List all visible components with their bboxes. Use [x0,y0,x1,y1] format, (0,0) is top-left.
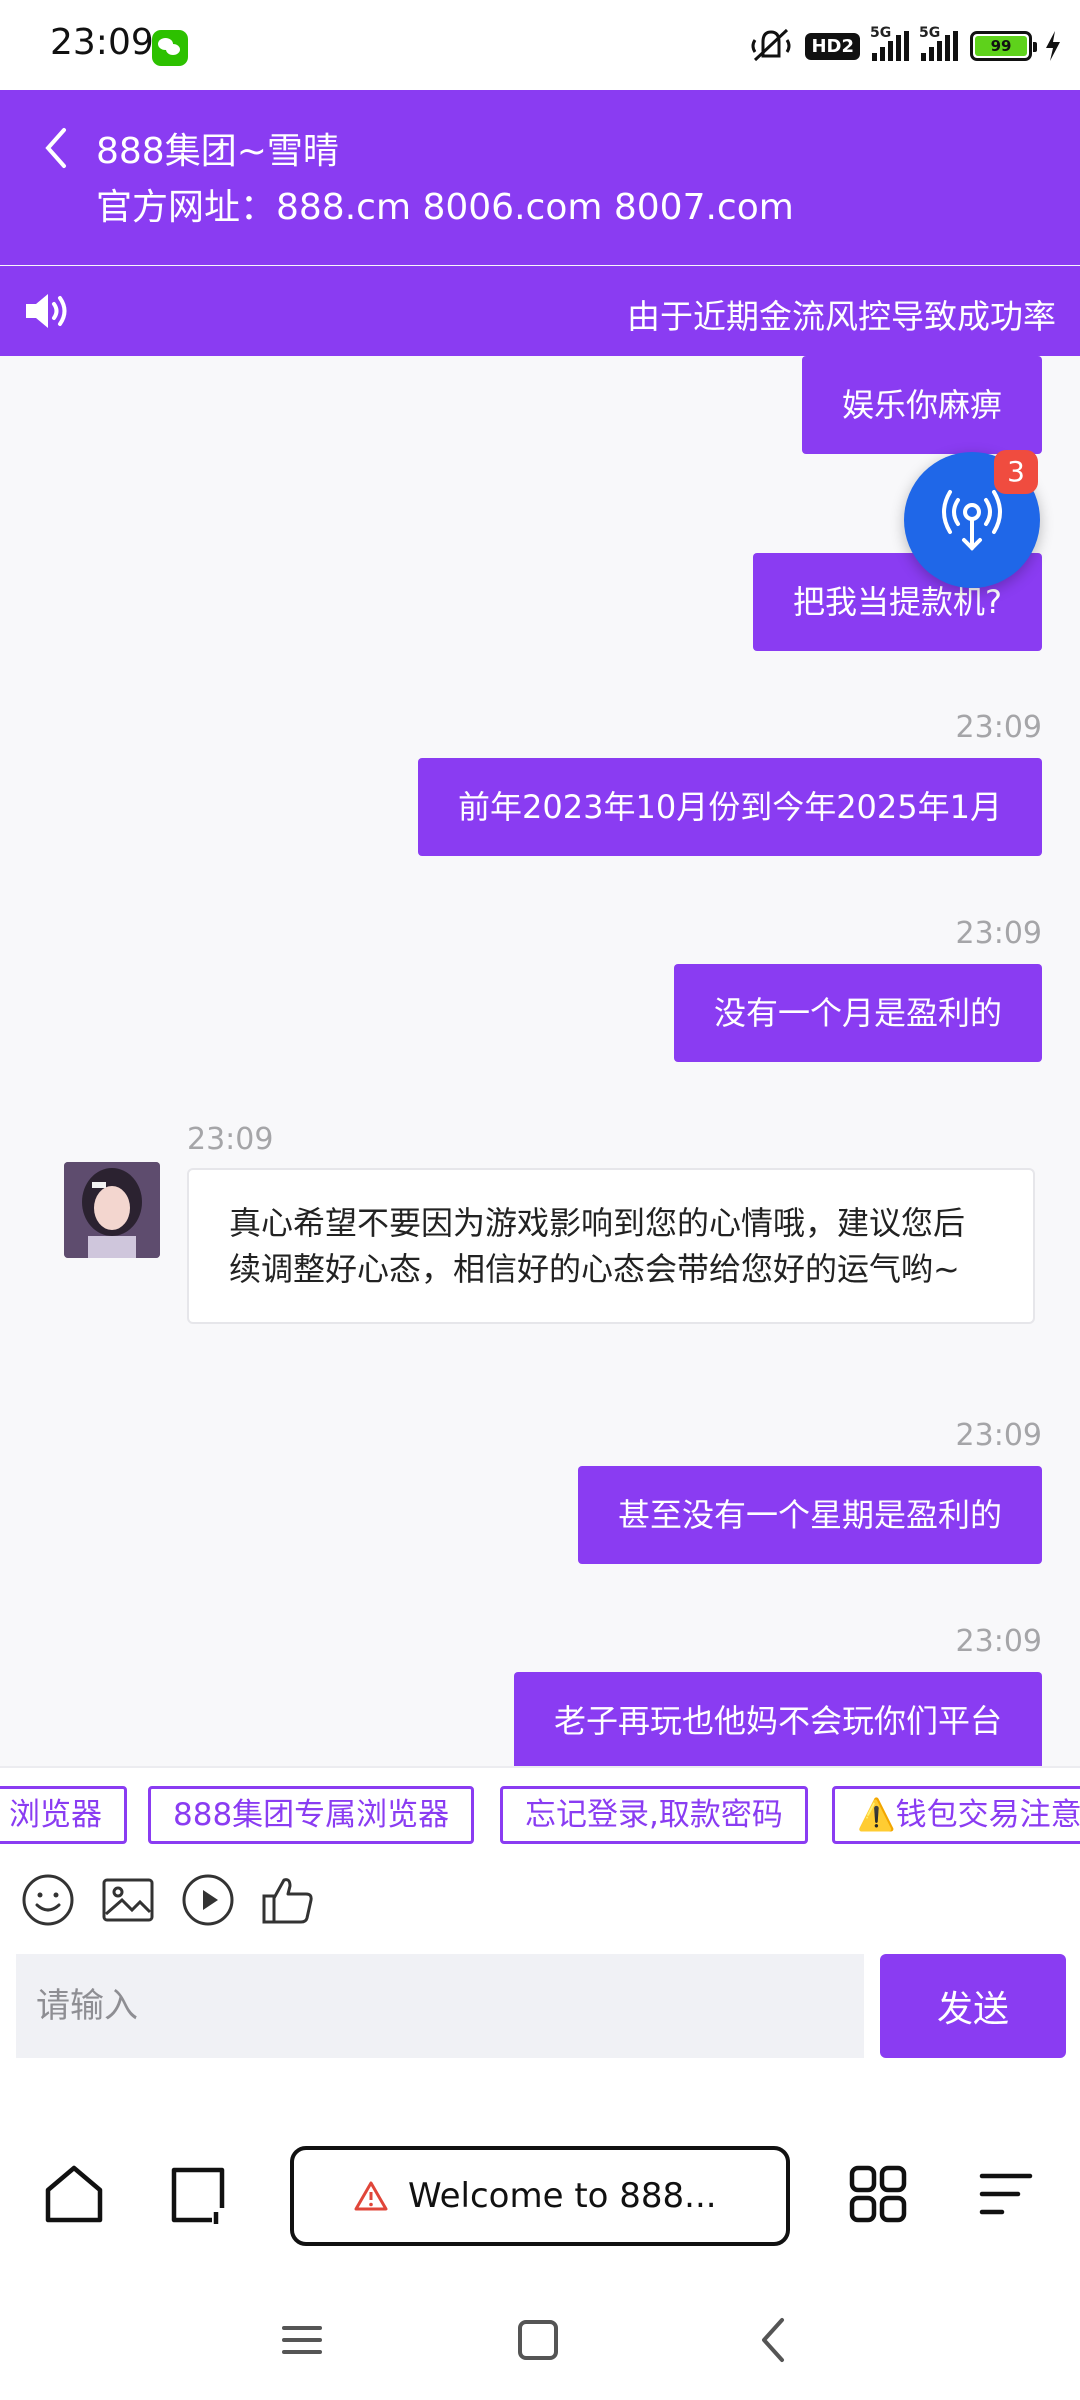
quick-reply-chip[interactable]: ⚠️钱包交易注意 [832,1786,1080,1844]
message-timestamp: 23:09 [187,1122,274,1157]
page-url-title: Welcome to 888... [408,2176,717,2216]
quick-reply-chip[interactable]: 忘记登录,取款密码 [500,1786,808,1844]
speaker-icon [26,294,67,328]
system-navigation-bar [0,2280,1080,2400]
battery-icon: 99 [970,31,1037,61]
image-icon[interactable] [98,1870,158,1930]
divider [0,2068,1080,2110]
message-input[interactable] [16,1954,864,2058]
quick-reply-chip[interactable]: 浏览器 [0,1786,127,1844]
notification-count-badge: 3 [994,450,1038,494]
warning-icon [354,2181,388,2211]
message-incoming: 真心希望不要因为游戏影响到您的心情哦，建议您后续调整好心态，相信好的心态会带给您… [187,1168,1035,1324]
address-bar[interactable]: Welcome to 888... [290,2146,790,2246]
recents-icon[interactable] [272,2310,332,2370]
agent-avatar[interactable] [64,1162,160,1258]
page-title: 888集团~雪晴 [96,131,339,172]
status-icons: HD2 5G 5G 99 [749,25,1062,66]
status-time: 23:09 [50,22,154,63]
notice-text: 由于近期金流风控导致成功率 [627,297,1056,336]
hd-voice-badge: HD2 [805,32,860,60]
apps-grid-icon[interactable] [846,2162,910,2226]
notice-marquee: 由于近期金流风控导致成功率 [0,266,1080,356]
signal-5g-2-icon: 5G [919,25,958,61]
composer-tools [0,1856,1080,1948]
broadcast-icon [942,490,1002,551]
message-outgoing: 没有一个月是盈利的 [673,964,1042,1062]
mute-icon [751,28,791,62]
battery-level: 99 [975,36,1027,56]
home-icon[interactable] [42,2162,106,2226]
message-outgoing: 娱乐你麻痹 [801,356,1042,454]
message-composer: 发送 [0,1948,1080,2068]
wechat-notification-icon [152,30,188,66]
quick-reply-bar[interactable]: 浏览器 888集团专属浏览器 忘记登录,取款密码 ⚠️钱包交易注意 [0,1766,1080,1856]
signal-5g-1-icon: 5G [870,25,909,61]
send-button[interactable]: 发送 [880,1954,1066,2058]
menu-icon[interactable] [974,2162,1038,2226]
browser-toolbar: Welcome to 888... [0,2110,1080,2280]
message-timestamp: 23:09 [955,1418,1042,1453]
video-play-icon[interactable] [178,1870,238,1930]
charging-icon [1046,31,1060,61]
message-outgoing: 甚至没有一个星期是盈利的 [577,1466,1042,1564]
chat-header: 888集团~雪晴 官方网址：888.cm 8006.com 8007.com [0,90,1080,265]
back-arrow-icon[interactable] [40,126,72,170]
chat-messages[interactable]: 娱乐你麻痹 把我当提款机? 23:09 前年2023年10月份到今年2025年1… [0,356,1080,1766]
message-timestamp: 23:09 [955,1624,1042,1659]
tabs-icon[interactable] [166,2162,230,2226]
message-outgoing: 老子再玩也他妈不会玩你们平台 [513,1672,1042,1766]
home-button-icon[interactable] [508,2310,568,2370]
quick-reply-chip[interactable]: 888集团专属浏览器 [148,1786,475,1844]
message-timestamp: 23:09 [955,710,1042,745]
status-bar: 23:09 HD2 5G 5G 99 [0,0,1080,90]
thumbs-up-icon[interactable] [258,1870,318,1930]
emoji-icon[interactable] [18,1870,78,1930]
message-outgoing: 前年2023年10月份到今年2025年1月 [418,758,1042,856]
back-button-icon[interactable] [744,2310,804,2370]
avatar-portrait-icon [64,1162,160,1258]
official-url: 官方网址：888.cm 8006.com 8007.com [96,187,794,228]
message-timestamp: 23:09 [955,916,1042,951]
